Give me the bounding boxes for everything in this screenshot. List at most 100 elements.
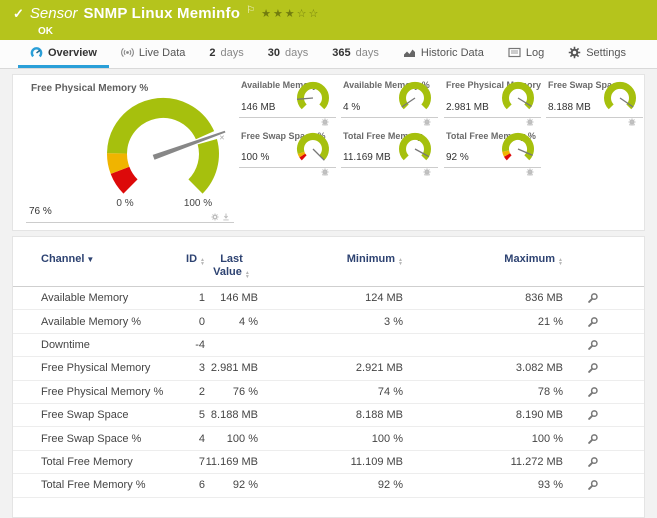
cell-channel[interactable]: Available Memory % [41, 316, 171, 328]
sort-icon: ▲ ▼ [558, 257, 563, 267]
cell-maximum: 11.272 MB [510, 455, 563, 468]
gauge-value: 146 MB [241, 102, 276, 113]
cell-maximum: 21 % [537, 315, 563, 328]
gauge-dial [399, 133, 431, 161]
cell-minimum: 100 % [371, 432, 403, 445]
gauge-dial [399, 82, 431, 110]
tab-settings[interactable]: Settings [556, 40, 638, 68]
cell-minimum: 11.109 MB [350, 455, 403, 468]
column-header-last-value[interactable]: Last Value ▲ ▼ [205, 253, 258, 280]
cell-last-value: 100 % [226, 432, 258, 445]
cell-maximum: 93 % [537, 479, 563, 492]
channel-settings-button[interactable] [563, 409, 623, 421]
cell-minimum: 124 MB [365, 292, 403, 305]
cell-minimum: 92 % [377, 479, 403, 492]
sensor-status-badge: OK [38, 26, 53, 37]
tab-log[interactable]: Log [496, 40, 556, 68]
channel-settings-button[interactable] [563, 479, 623, 491]
gauge-value: 92 % [446, 152, 469, 163]
column-header-maximum[interactable]: Maximum ▲ ▼ [403, 253, 563, 267]
pin-icon [322, 118, 328, 126]
gauges-panel: Free Physical Memory % 0 % 100 % ✕ 76 % … [12, 74, 645, 231]
tab-label: Settings [586, 46, 626, 59]
tab-number: 2 [209, 46, 216, 59]
cell-maximum: 100 % [531, 432, 563, 445]
cell-channel[interactable]: Downtime [41, 339, 171, 351]
channel-settings-button[interactable] [563, 362, 623, 374]
cell-id: 1 [198, 292, 205, 305]
cell-last-value: 146 MB [220, 292, 258, 305]
tab-label: Log [525, 46, 545, 59]
table-row: Free Swap Space 5 8.188 MB 8.188 MB 8.190 MB [13, 404, 644, 428]
sort-caret-icon: ▼ [86, 255, 95, 264]
gauge-tile-total-free-memory-pct: Total Free Memory % 92 % [444, 128, 541, 176]
column-header-minimum[interactable]: Minimum ▲ ▼ [258, 253, 403, 267]
priority-stars[interactable]: ★★★☆☆ [261, 6, 320, 23]
tab-historic-data[interactable]: Historic Data [391, 40, 496, 68]
cell-id: 2 [198, 385, 205, 398]
cell-id: 0 [198, 315, 205, 328]
cell-channel[interactable]: Free Swap Space [41, 409, 171, 421]
channel-table-body: Available Memory 1 146 MB 124 MB 836 MB Avail… [13, 287, 644, 498]
pin-icon [223, 213, 229, 221]
sensor-title: SNMP Linux Meminfo [83, 5, 241, 22]
cell-channel[interactable]: Available Memory [41, 292, 171, 304]
cell-last-value: 92 % [232, 479, 258, 492]
channel-settings-button[interactable] [563, 386, 623, 398]
pin-icon [629, 118, 635, 126]
gauge-value: 100 % [241, 152, 270, 163]
channel-settings-button[interactable] [563, 316, 623, 328]
broadcast-icon [121, 47, 134, 58]
cell-id: 5 [198, 409, 205, 422]
gauge-pin-button[interactable] [222, 208, 230, 226]
channel-settings-button[interactable] [563, 339, 623, 351]
status-check-icon: ✓ [13, 6, 24, 21]
gauge-tile-total-free-memory: Total Free Memory 11.169 MB [341, 128, 438, 176]
tab-label: Overview [48, 46, 97, 59]
divider [26, 222, 234, 223]
cell-id: -4 [195, 338, 205, 351]
tab-label: Live Data [138, 46, 186, 59]
main-gauge-actions [211, 208, 230, 226]
channel-settings-button[interactable] [563, 456, 623, 468]
cell-minimum: 2.921 MB [355, 362, 403, 375]
tab-overview[interactable]: Overview [18, 40, 109, 68]
tab-2-days[interactable]: 2 days [197, 40, 255, 68]
gauge-dial [107, 97, 226, 194]
wrench-icon [588, 457, 598, 467]
tab-365-days[interactable]: 365 days [320, 40, 391, 68]
cell-last-value: 11.169 MB [205, 455, 258, 468]
tab-30-days[interactable]: 30 days [256, 40, 321, 68]
main-gauge-value: 76 % [29, 206, 52, 217]
cell-maximum: 8.190 MB [515, 409, 563, 422]
gauge-dial [604, 82, 636, 110]
channel-settings-button[interactable] [563, 292, 623, 304]
tab-number: 365 [332, 46, 351, 59]
channel-settings-button[interactable] [563, 433, 623, 445]
gauge-tile-free-physical-memory: Free Physical Memory 2.981 MB [444, 77, 541, 126]
cell-channel[interactable]: Free Physical Memory [41, 362, 171, 374]
gauge-settings-button[interactable] [211, 208, 219, 226]
gauge-value: 8.188 MB [548, 102, 591, 113]
gauge-value: 4 % [343, 102, 361, 113]
cell-channel[interactable]: Total Free Memory % [41, 479, 171, 491]
gauge-tile-available-memory: Available Memory 146 MB [239, 77, 336, 126]
tab-live-data[interactable]: Live Data [109, 40, 197, 68]
channel-table-panel: Channel ▼ ID ▲ ▼ Last Value ▲ ▼ Minimum ▲ ▼ Maximum ▲… [12, 236, 645, 518]
wrench-icon [588, 316, 598, 327]
cell-channel[interactable]: Total Free Memory [41, 456, 171, 468]
wrench-icon [588, 363, 598, 374]
gauge-dial [296, 82, 329, 110]
cell-last-value: 2.981 MB [210, 362, 258, 375]
flag-icon[interactable]: ⚐ [246, 2, 255, 19]
column-header-channel[interactable]: Channel ▼ [41, 253, 171, 265]
cell-channel[interactable]: Free Physical Memory % [41, 386, 171, 398]
sensor-kind-label: Sensor [29, 5, 78, 22]
cell-id: 4 [198, 432, 205, 445]
cell-channel[interactable]: Free Swap Space % [41, 433, 171, 445]
pin-icon [424, 118, 430, 126]
pin-icon [424, 168, 430, 176]
wrench-icon [588, 386, 598, 397]
table-row: Downtime -4 [13, 334, 644, 358]
column-header-id[interactable]: ID ▲ ▼ [171, 253, 205, 267]
